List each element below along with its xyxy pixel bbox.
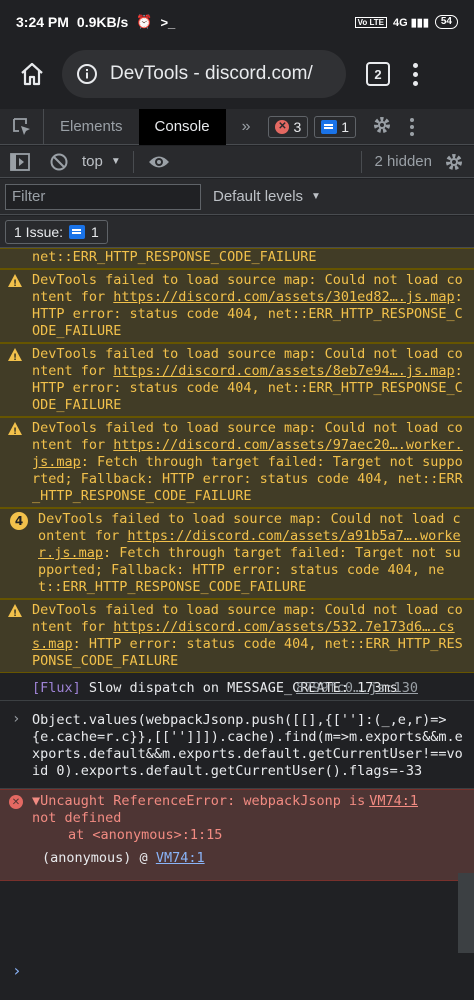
stack-function: (anonymous) bbox=[42, 850, 132, 866]
log-levels-label: Default levels bbox=[213, 188, 304, 205]
error-icon: ✕ bbox=[9, 795, 23, 809]
error-source-link[interactable]: VM74:1 bbox=[369, 793, 418, 810]
issues-button[interactable]: 1 Issue: 1 bbox=[5, 219, 108, 244]
tab-switcher-button[interactable]: 2 bbox=[366, 62, 390, 86]
console-prompt-icon[interactable]: › bbox=[12, 962, 22, 979]
console-input-echo: › Object.values(webpackJsonp.push([[],{[… bbox=[0, 709, 474, 789]
warning-text: : Fetch through target failed: Target no… bbox=[32, 454, 463, 504]
filter-bar: Filter Default levels ▼ bbox=[0, 179, 474, 215]
console-error: ✕ ▼Uncaught ReferenceError: webpackJsonp… bbox=[0, 789, 474, 881]
console-warning: DevTools failed to load source map: Coul… bbox=[0, 269, 474, 343]
context-value: top bbox=[82, 153, 103, 170]
console-warning: DevTools failed to load source map: Coul… bbox=[0, 343, 474, 417]
context-selector[interactable]: top ▼ bbox=[82, 150, 134, 173]
source-link[interactable]: 8799fc0….js:130 bbox=[296, 680, 418, 697]
address-bar[interactable]: DevTools - discord.com/ bbox=[62, 50, 346, 98]
issue-icon bbox=[321, 119, 338, 134]
source-map-link[interactable]: https://discord.com/assets/301ed82….js.m… bbox=[113, 289, 454, 305]
issues-label: 1 Issue: bbox=[14, 223, 64, 240]
console-settings-gear-icon[interactable] bbox=[444, 152, 464, 172]
issues-bar: 1 Issue: 1 bbox=[0, 216, 474, 248]
stack-frame: (anonymous) @ VM74:1 bbox=[32, 850, 464, 867]
console-log[interactable]: net::ERR_HTTP_RESPONSE_CODE_FAILURE DevT… bbox=[0, 248, 474, 1000]
devtools-tabbar: Elements Console » ✕ 3 1 bbox=[0, 108, 474, 145]
chevron-right-icon: › bbox=[12, 711, 21, 727]
error-location: at <anonymous>:1:15 bbox=[68, 827, 223, 843]
settings-gear-icon[interactable] bbox=[372, 115, 392, 139]
signal-icon: 4G ▮▮▮ bbox=[392, 16, 429, 29]
sidebar-toggle-icon[interactable] bbox=[10, 152, 30, 171]
filter-input[interactable]: Filter bbox=[5, 183, 201, 210]
console-toolbar: top ▼ 2 hidden bbox=[0, 146, 474, 178]
input-code: Object.values(webpackJsonp.push([[],{[''… bbox=[32, 712, 463, 779]
tab-console[interactable]: Console bbox=[138, 108, 226, 145]
chevron-down-icon: ▼ bbox=[110, 156, 121, 167]
hidden-messages-count: 2 hidden bbox=[361, 150, 432, 173]
warning-icon bbox=[8, 604, 22, 623]
stack-link[interactable]: VM74:1 bbox=[156, 850, 205, 866]
home-icon[interactable] bbox=[12, 54, 52, 94]
status-bar: 3:24 PM 0.9KB/s ⏰ >_ Vo LTE 4G ▮▮▮ 54 bbox=[0, 0, 474, 44]
warning-icon bbox=[8, 422, 22, 441]
issues-count: 1 bbox=[91, 223, 99, 240]
flux-tag: [Flux] bbox=[32, 680, 81, 696]
browser-menu-icon[interactable] bbox=[412, 62, 418, 86]
error-icon: ✕ bbox=[275, 119, 290, 134]
source-map-link[interactable]: https://discord.com/assets/8eb7e94….js.m… bbox=[113, 363, 454, 379]
log-levels-dropdown[interactable]: Default levels ▼ bbox=[213, 188, 321, 205]
live-expression-eye-icon[interactable] bbox=[148, 154, 170, 170]
more-tabs-icon[interactable]: » bbox=[230, 118, 263, 136]
error-count-badge[interactable]: ✕ 3 bbox=[268, 115, 309, 138]
battery-icon: 54 bbox=[434, 15, 458, 29]
inspect-element-icon[interactable] bbox=[0, 108, 44, 145]
warning-text: net::ERR_HTTP_RESPONSE_CODE_FAILURE bbox=[32, 249, 317, 265]
volte-icon: Vo LTE bbox=[354, 16, 387, 28]
warning-text: : HTTP error: status code 404, net::ERR_… bbox=[32, 636, 463, 669]
console-warning: DevTools failed to load source map: Coul… bbox=[0, 417, 474, 508]
tab-elements[interactable]: Elements bbox=[44, 109, 139, 145]
warning-icon bbox=[8, 274, 22, 293]
stack-at: @ bbox=[139, 850, 148, 866]
issue-count-badge[interactable]: 1 bbox=[314, 115, 357, 138]
repeat-count-badge: 4 bbox=[10, 512, 28, 530]
status-time: 3:24 PM bbox=[16, 14, 69, 30]
browser-toolbar: DevTools - discord.com/ 2 bbox=[0, 44, 474, 104]
chevron-down-icon: ▼ bbox=[311, 191, 321, 202]
console-scrollbar[interactable] bbox=[458, 873, 474, 953]
alarm-icon: ⏰ bbox=[136, 14, 153, 29]
error-count: 3 bbox=[293, 118, 302, 135]
console-warning-partial: net::ERR_HTTP_RESPONSE_CODE_FAILURE bbox=[0, 248, 474, 269]
issue-count: 1 bbox=[341, 118, 350, 135]
console-warning-grouped: 4 DevTools failed to load source map: Co… bbox=[0, 508, 474, 599]
page-title: DevTools - discord.com/ bbox=[110, 63, 313, 84]
info-icon[interactable] bbox=[76, 63, 98, 85]
status-speed: 0.9KB/s bbox=[76, 14, 129, 30]
console-warning: DevTools failed to load source map: Coul… bbox=[0, 599, 474, 673]
terminal-icon: >_ bbox=[160, 14, 176, 30]
console-info-message: [Flux] Slow dispatch on MESSAGE_CREATE: … bbox=[0, 677, 474, 701]
devtools-menu-icon[interactable] bbox=[410, 117, 415, 136]
warning-icon bbox=[8, 348, 22, 367]
issue-icon bbox=[69, 224, 86, 239]
clear-console-icon[interactable] bbox=[50, 153, 68, 171]
